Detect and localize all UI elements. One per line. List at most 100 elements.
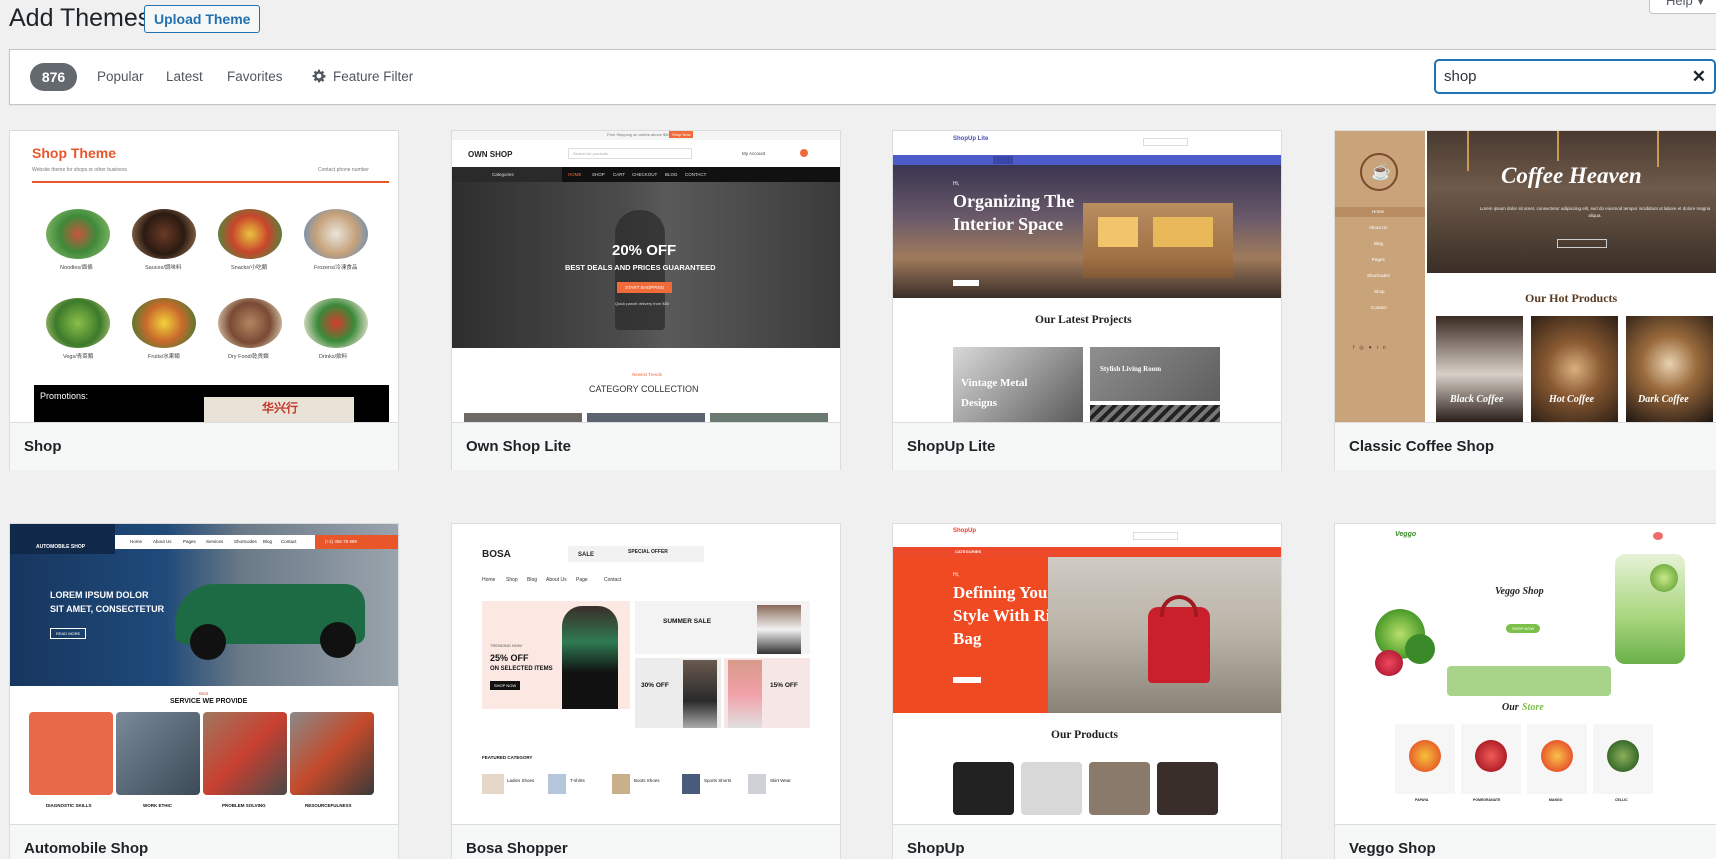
- project-image: [1090, 405, 1220, 422]
- category-label: Skirt Wear: [770, 778, 791, 783]
- preview-navbar: Home About Us Pages Services Shortcodes …: [115, 535, 398, 549]
- product-image: [304, 298, 368, 348]
- preview-search: Search for products: [568, 148, 692, 159]
- feature-filter-button[interactable]: Feature Filter: [311, 68, 413, 84]
- product-label: Sauces/調味料: [145, 265, 182, 271]
- nav-item: CHECKOUT: [632, 172, 658, 177]
- section-title: Our Products: [1051, 729, 1118, 741]
- theme-name: Veggo Shop: [1335, 824, 1716, 859]
- theme-screenshot[interactable]: BOSA SALE SPECIAL OFFER Home Shop Blog A…: [452, 524, 840, 815]
- car-wheel: [190, 624, 226, 660]
- category-image: [682, 774, 700, 794]
- hero-button: [953, 280, 979, 286]
- categories-block: Categories: [452, 167, 562, 182]
- hero-button: [1557, 239, 1607, 248]
- category-image: [587, 413, 705, 422]
- preview-topbar-text: Free Shipping on orders above $50: [607, 132, 670, 137]
- theme-card-shop[interactable]: Shop Theme Website theme for shops or ot…: [9, 130, 399, 470]
- hero-discount-sub: ON SELECTED ITEMS: [490, 666, 553, 672]
- product-image: [1157, 762, 1218, 815]
- category-label: Ladies Shoes: [507, 778, 535, 783]
- category-label: Boots Shoes: [634, 778, 660, 783]
- filter-favorites-link[interactable]: Favorites: [227, 69, 283, 84]
- theme-screenshot[interactable]: ShopUp CATEGORIES Hi, Defining Your Styl…: [893, 524, 1281, 815]
- theme-name: Bosa Shopper: [452, 824, 840, 859]
- offer-banner: 30% OFF: [635, 658, 721, 728]
- category-image: [482, 774, 504, 794]
- preview-navbar: CATEGORIES: [893, 547, 1281, 557]
- theme-screenshot[interactable]: ☕ Home About Us Blog Pages Shortcodes Sh…: [1335, 131, 1716, 422]
- feature-filter-label: Feature Filter: [333, 68, 414, 84]
- model-image: [728, 660, 762, 728]
- product-image: [1089, 762, 1150, 815]
- product-label: Fruits/水果類: [148, 354, 180, 360]
- hero-line: LOREM IPSUM DOLOR: [50, 590, 149, 600]
- hero-button: [953, 677, 981, 683]
- phone-block: (+1) 456 78 999: [315, 535, 398, 549]
- theme-screenshot[interactable]: AUTOMOBILE SHOP Home About Us Pages Serv…: [10, 524, 398, 815]
- category-image: [748, 774, 766, 794]
- product-card: [1593, 724, 1653, 794]
- pendant-lamp: [1557, 131, 1559, 161]
- theme-card-automobile-shop[interactable]: AUTOMOBILE SHOP Home About Us Pages Serv…: [9, 523, 399, 859]
- help-tab[interactable]: Help ▼: [1649, 0, 1716, 14]
- hero-banner: 20% OFF BEST DEALS AND PRICES GUARANTEED…: [452, 182, 840, 348]
- preview-phone: (+1) 456 78 999: [325, 539, 357, 544]
- product-image: [46, 298, 110, 348]
- gear-icon: [312, 69, 326, 83]
- preview-search: [1133, 532, 1178, 540]
- filter-latest-link[interactable]: Latest: [166, 69, 203, 84]
- pendant-lamp: [1657, 131, 1659, 167]
- product-image: Hot Coffee: [1531, 316, 1618, 422]
- section-title: Our: [1502, 702, 1519, 713]
- sale-banner: SALE SPECIAL OFFER: [568, 546, 704, 562]
- service-label: WORK ETHIC: [143, 803, 172, 808]
- category-image: [464, 413, 582, 422]
- close-icon[interactable]: ✕: [1692, 67, 1706, 87]
- nav-item: BLOG: [665, 172, 678, 177]
- theme-card-bosa-shopper[interactable]: BOSA SALE SPECIAL OFFER Home Shop Blog A…: [451, 523, 841, 859]
- product-image: [218, 209, 282, 259]
- product-label: Black Coffee: [1450, 394, 1504, 405]
- hero-small: TRENDING NOW: [490, 643, 522, 648]
- nav-item: Contact: [604, 577, 622, 583]
- preview-navbar: [893, 155, 1281, 165]
- preview-title: Shop Theme: [32, 145, 117, 161]
- product-image: Black Coffee: [1436, 316, 1523, 422]
- product-label: PAPAYA: [1415, 798, 1429, 802]
- nav-item: Pages: [183, 539, 196, 544]
- preview-topbar-button: Shop Now: [669, 131, 694, 138]
- red-bag-image: [1148, 607, 1210, 683]
- theme-card-shopup[interactable]: ShopUp CATEGORIES Hi, Defining Your Styl…: [892, 523, 1282, 859]
- product-image: [218, 298, 282, 348]
- service-label: PROBLEM SOLVING: [222, 803, 266, 808]
- theme-card-classic-coffee-shop[interactable]: ☕ Home About Us Blog Pages Shortcodes Sh…: [1334, 130, 1716, 470]
- section-title-accent: Store: [1522, 702, 1544, 713]
- category-label: Sports Shorts: [704, 778, 732, 783]
- search-input[interactable]: [1444, 61, 1674, 91]
- theme-screenshot[interactable]: Shop Theme Website theme for shops or ot…: [10, 131, 398, 422]
- logo-block: AUTOMOBILE SHOP: [10, 524, 115, 554]
- theme-card-veggo-shop[interactable]: Veggo Veggo Shop SHOP NOW Our Store PAPA…: [1334, 523, 1716, 859]
- product-card: [1395, 724, 1455, 794]
- product-label: Drinks/飲料: [319, 354, 348, 360]
- category-label: T-shirts: [570, 778, 585, 783]
- theme-card-own-shop-lite[interactable]: Free Shipping on orders above $50 Shop N…: [451, 130, 841, 470]
- preview-account: My Account: [742, 151, 766, 156]
- filter-popular-link[interactable]: Popular: [97, 69, 144, 84]
- hero-discount: 25% OFF: [490, 653, 529, 663]
- section-title: Our Hot Products: [1525, 291, 1618, 305]
- upload-theme-button[interactable]: Upload Theme: [144, 5, 261, 33]
- menu-item: Blog: [1374, 241, 1384, 246]
- category-image: [612, 774, 630, 794]
- theme-screenshot[interactable]: ShopUp Lite Hi, Organizing The Interior …: [893, 131, 1281, 422]
- product-image: [1021, 762, 1082, 815]
- theme-screenshot[interactable]: Veggo Veggo Shop SHOP NOW Our Store PAPA…: [1335, 524, 1716, 815]
- preview-logo: Veggo: [1395, 531, 1417, 538]
- theme-screenshot[interactable]: Free Shipping on orders above $50 Shop N…: [452, 131, 840, 422]
- offer-banner: 15% OFF: [724, 658, 810, 728]
- caret-down-icon: ▼: [1695, 0, 1706, 8]
- theme-card-shopup-lite[interactable]: ShopUp Lite Hi, Organizing The Interior …: [892, 130, 1282, 470]
- product-label: Noodles/面條: [60, 265, 93, 271]
- preview-divider: [32, 181, 389, 183]
